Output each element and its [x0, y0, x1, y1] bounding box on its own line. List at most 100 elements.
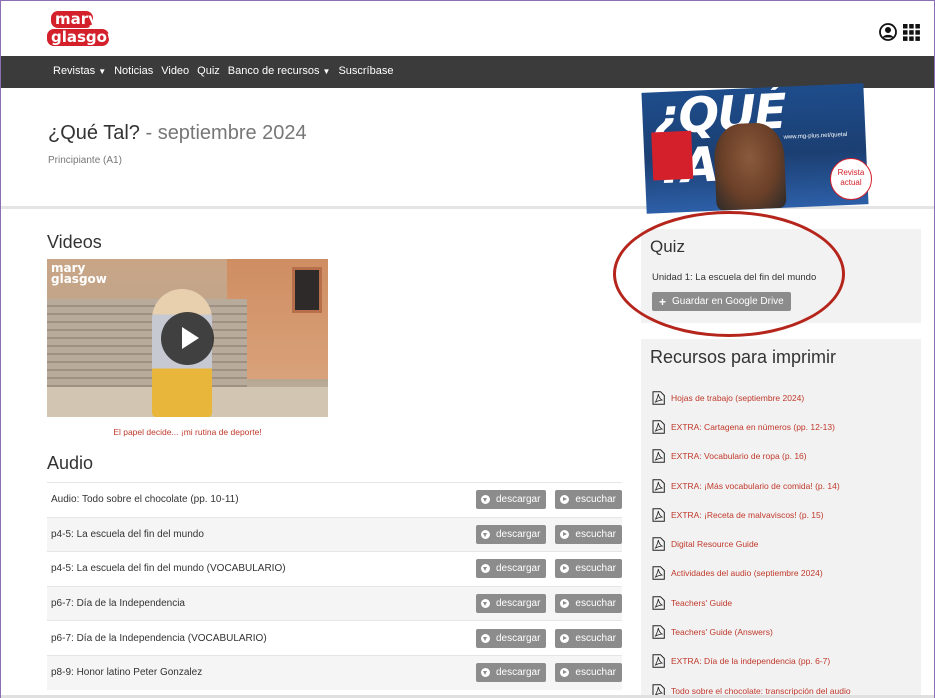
listen-label: escuchar — [575, 528, 616, 540]
save-to-google-drive-button[interactable]: + Guardar en Google Drive — [652, 292, 791, 311]
pdf-file-icon — [652, 566, 665, 581]
download-icon — [480, 529, 490, 539]
title-separator: - — [139, 122, 158, 144]
download-label: descargar — [495, 563, 541, 575]
audio-title: p4-5: La escuela del fin del mundo (VOCA… — [51, 563, 286, 575]
audio-title: p6-7: Día de la Independencia (VOCABULAR… — [51, 632, 267, 644]
download-button[interactable]: descargar — [475, 628, 547, 648]
download-button[interactable]: descargar — [475, 559, 547, 579]
play-circle-icon — [560, 564, 570, 574]
nav-item-banco-de-recursos[interactable]: Banco de recursos ▼ — [228, 65, 331, 77]
nav-item-quiz[interactable]: Quiz — [197, 65, 220, 77]
current-issue-badge: Revista actual — [830, 158, 872, 200]
resource-label: Actividades del audio (septiembre 2024) — [671, 568, 823, 579]
plus-icon: + — [659, 294, 667, 309]
audio-list: Audio: Todo sobre el chocolate (pp. 10-1… — [47, 482, 622, 690]
resource-link[interactable]: EXTRA: Vocabulario de ropa (p. 16) — [652, 442, 917, 471]
nav-label: Noticias — [114, 65, 154, 77]
resource-link[interactable]: EXTRA: Día de la independencia (pp. 6-7) — [652, 647, 917, 676]
printable-resources-panel: Recursos para imprimir Hojas de trabajo … — [641, 339, 921, 698]
resource-label: Digital Resource Guide — [671, 539, 759, 550]
resource-link[interactable]: Actividades del audio (septiembre 2024) — [652, 559, 917, 588]
brand-logo[interactable]: mary glasgow — [47, 11, 121, 47]
audio-row: p6-7: Día de la Independencia descargar … — [47, 585, 622, 621]
play-icon[interactable] — [161, 312, 214, 365]
download-icon — [480, 599, 490, 609]
listen-label: escuchar — [575, 494, 616, 506]
resource-link[interactable]: EXTRA: ¡Más vocabulario de comida! (p. 1… — [652, 471, 917, 500]
play-circle-icon — [560, 599, 570, 609]
apps-grid-icon[interactable] — [903, 24, 920, 41]
magazine-cover-image[interactable]: ¿QUÉ TAL? www.mg-plus.net/quetal — [641, 83, 869, 214]
play-circle-icon — [560, 495, 570, 505]
drive-label: Guardar en Google Drive — [672, 296, 784, 307]
resource-label: EXTRA: Cartagena en números (pp. 12-13) — [671, 421, 835, 432]
listen-label: escuchar — [575, 563, 616, 575]
download-button[interactable]: descargar — [475, 663, 547, 683]
resource-link[interactable]: EXTRA: Cartagena en números (pp. 12-13) — [652, 412, 917, 441]
listen-button[interactable]: escuchar — [555, 524, 622, 544]
thumb-logo: mary glasgow — [51, 262, 107, 285]
pdf-file-icon — [652, 390, 665, 405]
download-button[interactable]: descargar — [475, 594, 547, 614]
nav-label: Video — [161, 65, 190, 77]
nav-item-revistas[interactable]: Revistas ▼ — [53, 65, 106, 77]
nav-item-video[interactable]: Video — [161, 65, 189, 77]
page-title: ¿Qué Tal? - septiembre 2024 — [48, 122, 307, 145]
title-magazine: ¿Qué Tal? — [48, 122, 140, 144]
download-label: descargar — [495, 528, 541, 540]
listen-button[interactable]: escuchar — [555, 628, 622, 648]
audio-title: Audio: Todo sobre el chocolate (pp. 10-1… — [51, 494, 239, 506]
resource-link[interactable]: Hojas de trabajo (septiembre 2024) — [652, 383, 917, 412]
quiz-panel: Quiz Unidad 1: La escuela del fin del mu… — [641, 229, 921, 323]
resource-link[interactable]: Teachers' Guide — [652, 588, 917, 617]
audio-row: p8-9: Honor latino Peter Gonzalez descar… — [47, 654, 622, 690]
title-month: septiembre 2024 — [157, 122, 307, 144]
nav-item-suscribase[interactable]: Suscríbase — [338, 65, 393, 77]
listen-button[interactable]: escuchar — [555, 559, 622, 579]
resource-label: Hojas de trabajo (septiembre 2024) — [671, 392, 805, 403]
pdf-file-icon — [652, 654, 665, 669]
nav-item-noticias[interactable]: Noticias — [114, 65, 153, 77]
audio-row: p6-7: Día de la Independencia (VOCABULAR… — [47, 620, 622, 655]
video-caption-link[interactable]: El papel decide... ¡mi rutina de deporte… — [47, 427, 328, 437]
audio-title: p8-9: Honor latino Peter Gonzalez — [51, 667, 203, 679]
nav-label: Revistas — [53, 65, 96, 77]
audio-row: p4-5: La escuela del fin del mundo (VOCA… — [47, 551, 622, 586]
quiz-heading: Quiz — [650, 237, 685, 256]
resource-label: EXTRA: ¡Más vocabulario de comida! (p. 1… — [671, 480, 840, 491]
play-circle-icon — [560, 633, 570, 643]
pdf-file-icon — [652, 420, 665, 434]
listen-button[interactable]: escuchar — [555, 594, 622, 614]
listen-button[interactable]: escuchar — [555, 490, 622, 510]
issue-hero: ¿Qué Tal? - septiembre 2024 Principiante… — [1, 83, 934, 214]
pdf-file-icon — [652, 537, 665, 551]
download-button[interactable]: descargar — [475, 490, 547, 510]
resource-link[interactable]: Teachers' Guide (Answers) — [652, 617, 917, 646]
download-icon — [480, 564, 490, 574]
logo-line1: mary — [51, 11, 98, 28]
nav-label: Suscríbase — [338, 65, 394, 77]
thumb-window — [292, 267, 322, 313]
listen-label: escuchar — [575, 667, 616, 679]
quiz-unit-link[interactable]: Unidad 1: La escuela del fin del mundo — [652, 272, 816, 283]
cover-red-box — [651, 130, 694, 181]
audio-row: Audio: Todo sobre el chocolate (pp. 10-1… — [47, 482, 622, 517]
download-button[interactable]: descargar — [475, 524, 547, 544]
download-label: descargar — [495, 494, 541, 506]
level-label: Principiante (A1) — [48, 155, 122, 166]
listen-label: escuchar — [575, 632, 616, 644]
resources-list: Hojas de trabajo (septiembre 2024) EXTRA… — [652, 383, 917, 698]
listen-button[interactable]: escuchar — [555, 663, 622, 683]
page: mary glasgow Revistas ▼ Noticias Video Qu… — [0, 0, 935, 698]
resource-link[interactable]: Digital Resource Guide — [652, 529, 917, 558]
pdf-file-icon — [652, 508, 665, 522]
chevron-down-icon: ▼ — [322, 67, 331, 76]
download-label: descargar — [495, 598, 541, 610]
user-account-icon[interactable] — [879, 23, 897, 41]
audio-title: p4-5: La escuela del fin del mundo — [51, 528, 204, 540]
resources-heading: Recursos para imprimir — [650, 347, 837, 367]
resource-link[interactable]: EXTRA: ¡Receta de malvaviscos! (p. 15) — [652, 500, 917, 529]
nav-label: Quiz — [197, 65, 220, 77]
pdf-file-icon — [652, 478, 665, 493]
